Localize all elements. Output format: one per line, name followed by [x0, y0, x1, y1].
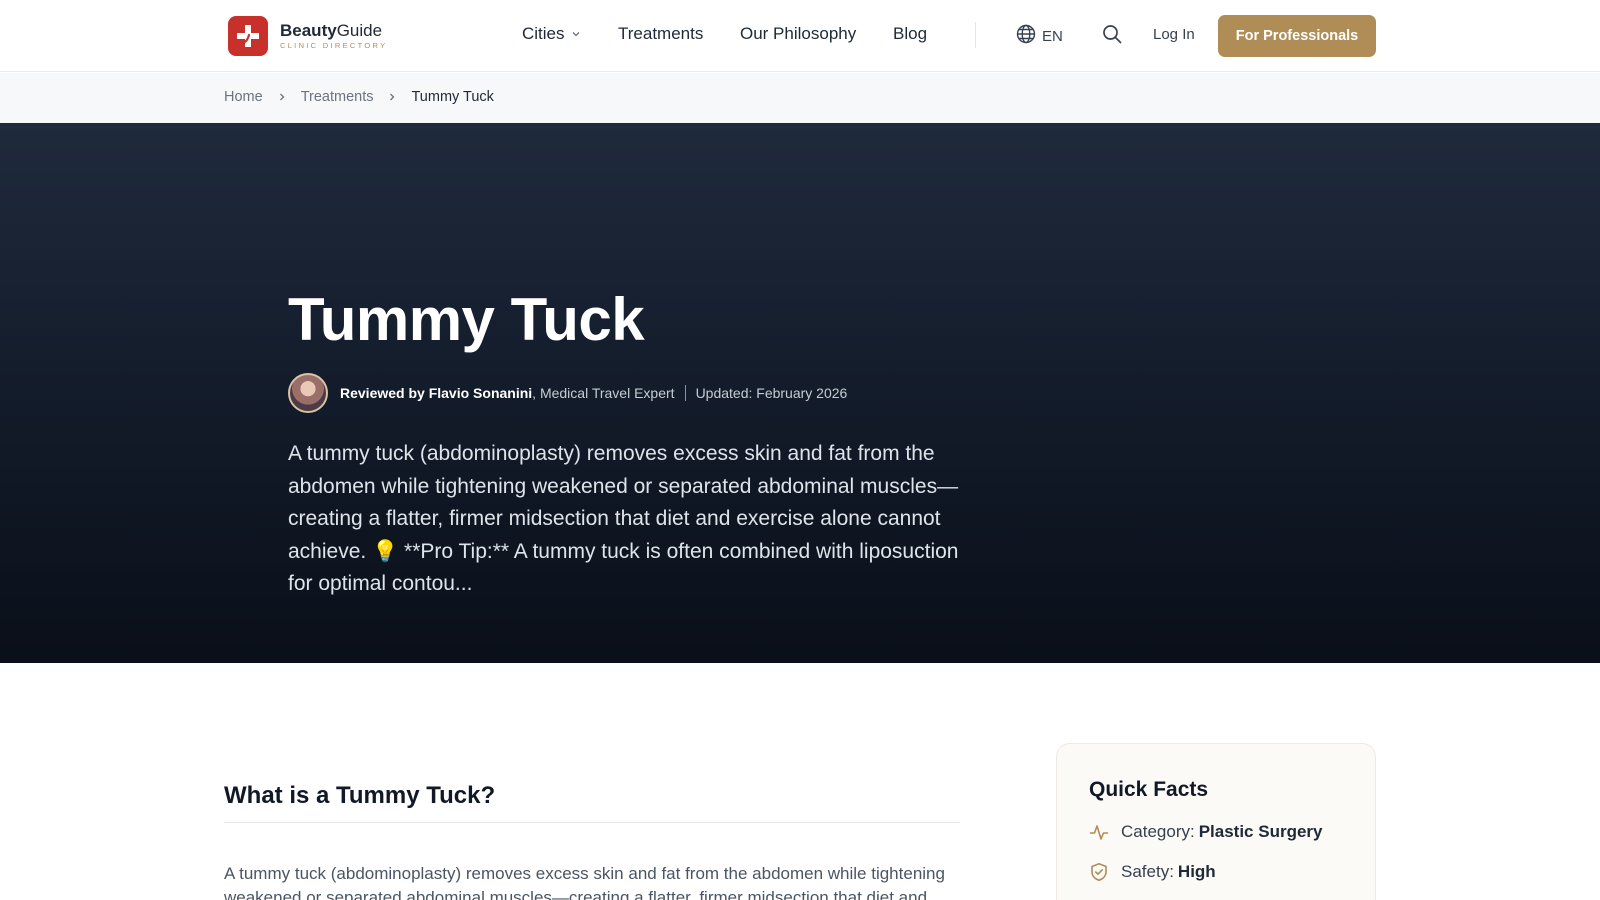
section-body: A tummy tuck (abdominoplasty) removes ex…: [224, 864, 945, 900]
site-header: BeautyGuide CLINIC DIRECTORY Cities Trea…: [0, 0, 1600, 72]
breadcrumb-current: Tummy Tuck: [411, 89, 494, 105]
nav-divider: [975, 22, 976, 48]
brand-logo[interactable]: BeautyGuide CLINIC DIRECTORY: [228, 16, 387, 56]
chevron-right-icon: [387, 92, 397, 102]
nav-treatments[interactable]: Treatments: [618, 24, 703, 44]
fact-safety-value: High: [1177, 862, 1216, 881]
activity-icon: [1089, 822, 1109, 842]
login-link[interactable]: Log In: [1153, 26, 1195, 43]
reviewer-byline: Reviewed by Flavio Sonanini , Medical Tr…: [288, 373, 847, 413]
fact-category-value: Plastic Surgery: [1198, 822, 1323, 841]
nav-cities-label[interactable]: Cities: [522, 24, 565, 44]
breadcrumb-treatments[interactable]: Treatments: [301, 89, 374, 105]
reviewer-avatar: [288, 373, 328, 413]
fact-category: Category: Plastic Surgery: [1089, 822, 1322, 842]
quick-facts-card: Quick Facts Category: Plastic Surgery Sa…: [1056, 743, 1376, 900]
nav-philosophy[interactable]: Our Philosophy: [740, 24, 856, 44]
hero-description: A tummy tuck (abdominoplasty) removes ex…: [288, 442, 959, 595]
reviewer-role: , Medical Travel Expert: [532, 385, 675, 401]
fact-safety-label: Safety:: [1121, 862, 1174, 881]
language-selector[interactable]: EN: [1016, 24, 1063, 48]
for-professionals-button[interactable]: For Professionals: [1218, 15, 1376, 57]
shield-check-icon: [1089, 862, 1109, 882]
breadcrumb-bar: Home Treatments Tummy Tuck: [0, 73, 1600, 123]
breadcrumb-home[interactable]: Home: [224, 89, 263, 105]
search-button[interactable]: [1101, 24, 1123, 49]
language-code: EN: [1042, 27, 1063, 45]
nav-blog[interactable]: Blog: [893, 24, 927, 44]
logo-cross-icon: [228, 16, 268, 56]
quick-facts-title: Quick Facts: [1089, 778, 1209, 801]
breadcrumb: Home Treatments Tummy Tuck: [224, 89, 494, 105]
chevron-down-icon: [571, 29, 581, 39]
fact-category-label: Category:: [1121, 822, 1195, 841]
page-title: Tummy Tuck: [288, 286, 645, 353]
chevron-right-icon: [277, 92, 287, 102]
fact-safety: Safety: High: [1089, 862, 1216, 882]
brand-name: BeautyGuide: [280, 21, 383, 40]
reviewer-name: Reviewed by Flavio Sonanini: [340, 385, 533, 401]
nav-cities[interactable]: Cities: [522, 24, 581, 44]
section-divider: [224, 822, 960, 823]
section-title: What is a Tummy Tuck?: [224, 782, 496, 809]
byline-divider: [684, 385, 686, 401]
brand-tagline: CLINIC DIRECTORY: [280, 41, 388, 50]
updated-date: Updated: February 2026: [695, 385, 848, 401]
search-icon: [1102, 24, 1122, 49]
hero-banner: Tummy Tuck Reviewed by Flavio Sonanini ,…: [0, 123, 1600, 663]
globe-icon: [1016, 24, 1036, 48]
